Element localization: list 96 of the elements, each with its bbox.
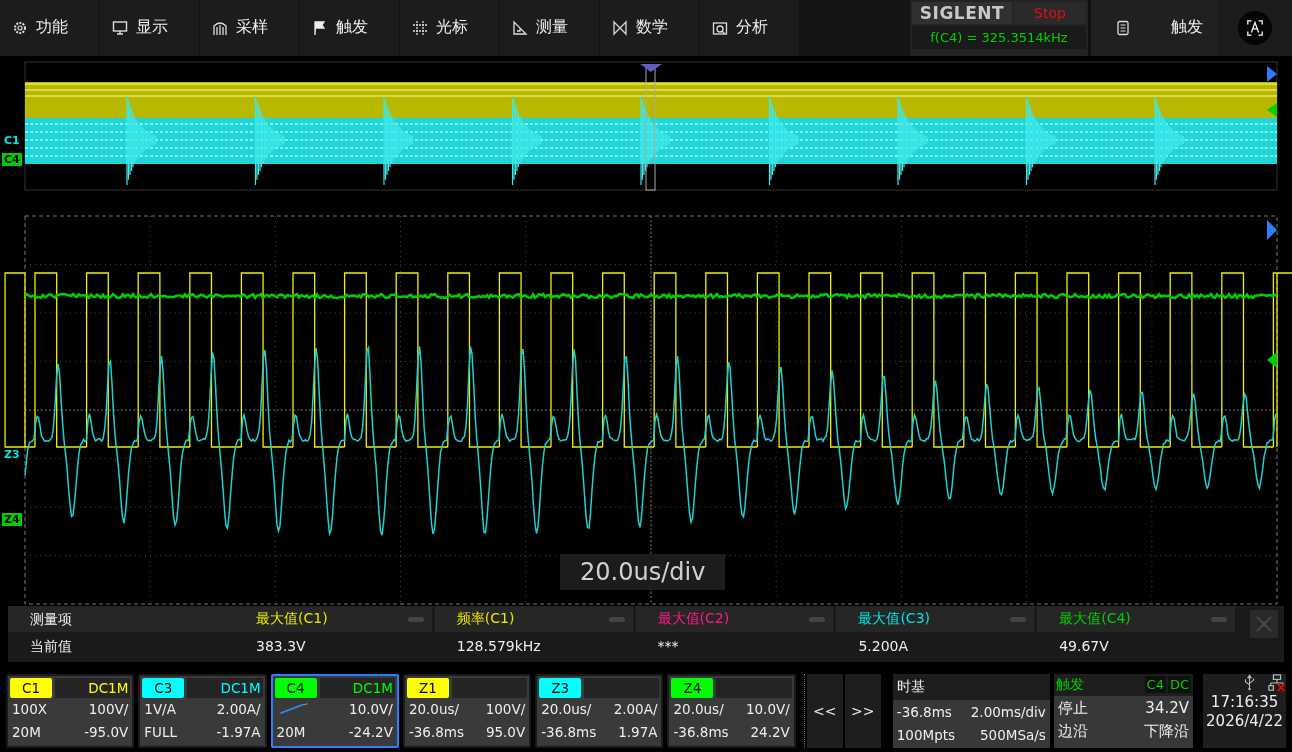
channel-setting: -36.8ms [408, 724, 464, 741]
measure-value: 383.3V [255, 637, 307, 657]
trigger-value: 下降沿 [1144, 722, 1190, 741]
network-disconnected-icon [1268, 674, 1287, 692]
channel-setting: 95.0V [485, 724, 526, 741]
frequency-readout: f(C4) = 325.3514kHz [912, 26, 1086, 49]
channel-setting: 20.0us/ [673, 701, 724, 718]
level-marker-icon[interactable] [1267, 219, 1277, 240]
channel-setting: 2.00A/ [613, 701, 658, 718]
channel-setting: 20.0us/ [541, 701, 592, 718]
side-menu-button[interactable]: 触发 [1088, 0, 1218, 56]
channel-setting: -36.8ms [673, 724, 729, 741]
trigger-value: 停止 [1057, 699, 1088, 718]
magnifier-folder-icon [712, 19, 728, 36]
usb-icon [1243, 674, 1257, 691]
bowtie-icon [612, 19, 628, 36]
channel-setting: -95.0V [84, 724, 129, 741]
channel-badge: C1 [10, 678, 52, 698]
flag-icon [312, 19, 328, 36]
crosshair-icon [412, 19, 428, 36]
channel-badge: Z1 [406, 678, 449, 698]
channel-card[interactable]: Z1 20.0us/ 100V/ -36.8ms 95.0V [402, 674, 532, 748]
measure-header: 测量项 [8, 606, 234, 633]
measure-column-header[interactable]: 频率(C1) [434, 606, 633, 633]
channel-setting: -24.2V [348, 724, 393, 741]
measure-value: 49.67V [1058, 637, 1110, 657]
channel-badge: C4 [274, 678, 317, 698]
channel-setting: 10.0V/ [349, 701, 393, 718]
text-frame-icon [1246, 18, 1264, 37]
channel-setting: 10.0V/ [745, 701, 790, 718]
timebase-panel[interactable]: 时基 -36.8ms 2.00ms/div 100Mpts 500MSa/s [892, 674, 1050, 748]
trigger-title: 触发 [1055, 676, 1084, 694]
channel-setting: 1V/A [144, 701, 176, 718]
channel-card[interactable]: C1 DC1M 100X 100V/ 20M -95.0V [6, 674, 135, 748]
level-marker-icon[interactable] [1267, 102, 1277, 117]
clock-date: 2026/4/22 [1206, 712, 1283, 730]
trigger-source: C4 [1144, 676, 1166, 694]
trigger-position-icon[interactable] [640, 63, 662, 72]
channel-marker[interactable]: Z4 [2, 512, 22, 526]
measure-column-header[interactable]: 最大值(C2) [635, 606, 834, 633]
channel-setting: -36.8ms [541, 724, 597, 741]
channel-setting: 100X [12, 701, 47, 718]
timebase-title: 时基 [895, 677, 926, 696]
measure-column-header[interactable]: 最大值(C1) [234, 606, 432, 633]
channel-card[interactable]: Z3 20.0us/ 2.00A/ -36.8ms 1.97A [535, 674, 664, 748]
trigger-coupling: DC [1167, 676, 1192, 694]
channel-setting: 24.2V [750, 724, 790, 741]
timebase-value: 100Mpts [896, 727, 956, 744]
channel-card[interactable]: Z4 20.0us/ 10.0V/ -36.8ms 24.2V [667, 674, 796, 748]
close-icon [1255, 615, 1273, 634]
measure-value: 128.579kHz [455, 637, 542, 657]
channel-badge: C3 [142, 678, 185, 698]
channel-setting: 20M [276, 724, 306, 741]
notepad-icon [1115, 19, 1131, 36]
arch-icon [212, 19, 228, 36]
clock-time: 17:16:35 [1210, 693, 1279, 711]
channel-card[interactable]: C3 DC1M 1V/A 2.00A/ FULL -1.97A [138, 674, 267, 748]
timebase-label: 20.0us/div [560, 553, 726, 590]
coupling-label: DC1M [187, 678, 263, 698]
channel-marker[interactable]: C1 [2, 133, 22, 147]
screenshot-button[interactable] [1238, 10, 1272, 45]
timebase-value: 2.00ms/div [970, 704, 1046, 721]
channel-setting: 100V/ [485, 701, 526, 718]
channel-setting: 20M [12, 724, 41, 741]
measure-row-label: 当前值 [30, 637, 73, 657]
level-marker-icon[interactable] [1267, 351, 1277, 368]
timebase-value: 500MSa/s [980, 727, 1046, 744]
trigger-value: 边沿 [1057, 722, 1088, 741]
channel-setting: 2.00A/ [216, 701, 261, 718]
channel-setting: 100V/ [88, 701, 129, 718]
trigger-panel[interactable]: 触发 C4 DC 停止 34.2V 边沿 下降沿 [1053, 674, 1194, 748]
channel-badge: Z3 [539, 678, 582, 698]
channel-setting: 1.97A [618, 724, 658, 741]
settings-icon [12, 19, 28, 36]
level-marker-icon[interactable] [1267, 65, 1277, 82]
brand-logo: SIGLENT [912, 2, 1012, 24]
monitor-icon [112, 19, 128, 36]
channel-marker[interactable]: Z3 [2, 447, 22, 461]
page-button[interactable]: << [806, 674, 843, 748]
coupling-label: DC1M [55, 678, 131, 698]
timebase-value: -36.8ms [896, 704, 952, 721]
triangle-ruler-icon [512, 19, 528, 36]
measure-value: 5.200A [857, 637, 910, 657]
trigger-value: 34.2V [1145, 699, 1190, 718]
channel-setting: FULL [144, 724, 177, 741]
channel-setting: 20.0us/ [408, 701, 460, 718]
measure-value: *** [656, 637, 680, 657]
channel-marker[interactable]: C4 [2, 152, 22, 166]
measure-column-header[interactable]: 最大值(C3) [836, 606, 1035, 633]
measure-column-header[interactable]: 最大值(C4) [1037, 606, 1235, 633]
channel-setting: -1.97A [216, 724, 261, 741]
coupling-label: DC1M [319, 678, 395, 698]
page-button[interactable]: >> [844, 674, 881, 748]
channel-badge: Z4 [671, 678, 714, 698]
zoom-window-frame[interactable] [645, 65, 656, 191]
channel-card[interactable]: C4 DC1M 10.0V/ 20M -24.2V [270, 674, 399, 748]
